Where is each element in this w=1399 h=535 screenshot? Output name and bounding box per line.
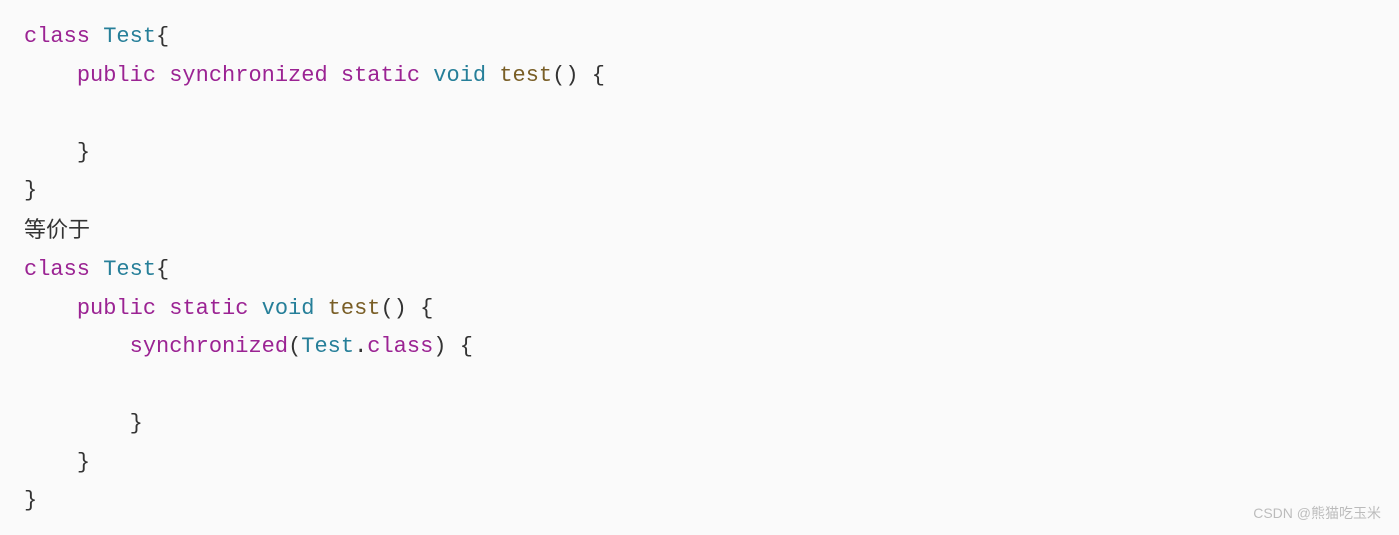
- keyword-class: class: [24, 24, 90, 49]
- dot: .: [354, 334, 367, 359]
- brace: {: [156, 257, 169, 282]
- type-name: Test: [103, 24, 156, 49]
- method-name: test: [328, 296, 381, 321]
- keyword-synchronized: synchronized: [130, 334, 288, 359]
- code-block: class Test{ public synchronized static v…: [24, 18, 1375, 521]
- brace: {: [156, 24, 169, 49]
- brace: }: [77, 140, 90, 165]
- keyword-void: void: [433, 63, 486, 88]
- keyword-class-ref: class: [367, 334, 433, 359]
- keyword-public: public: [77, 63, 156, 88]
- type-name: Test: [301, 334, 354, 359]
- keyword-void: void: [262, 296, 315, 321]
- method-name: test: [499, 63, 552, 88]
- type-name: Test: [103, 257, 156, 282]
- brace: }: [24, 488, 37, 513]
- brace: }: [24, 178, 37, 203]
- parens: (): [380, 296, 406, 321]
- separator-text: 等价于: [24, 217, 90, 242]
- brace: {: [460, 334, 473, 359]
- brace: {: [420, 296, 433, 321]
- close-paren: ): [433, 334, 446, 359]
- brace: {: [592, 63, 605, 88]
- keyword-static: static: [341, 63, 420, 88]
- open-paren: (: [288, 334, 301, 359]
- keyword-synchronized: synchronized: [169, 63, 327, 88]
- keyword-class: class: [24, 257, 90, 282]
- brace: }: [77, 450, 90, 475]
- keyword-static: static: [169, 296, 248, 321]
- parens: (): [552, 63, 578, 88]
- brace: }: [130, 411, 143, 436]
- keyword-public: public: [77, 296, 156, 321]
